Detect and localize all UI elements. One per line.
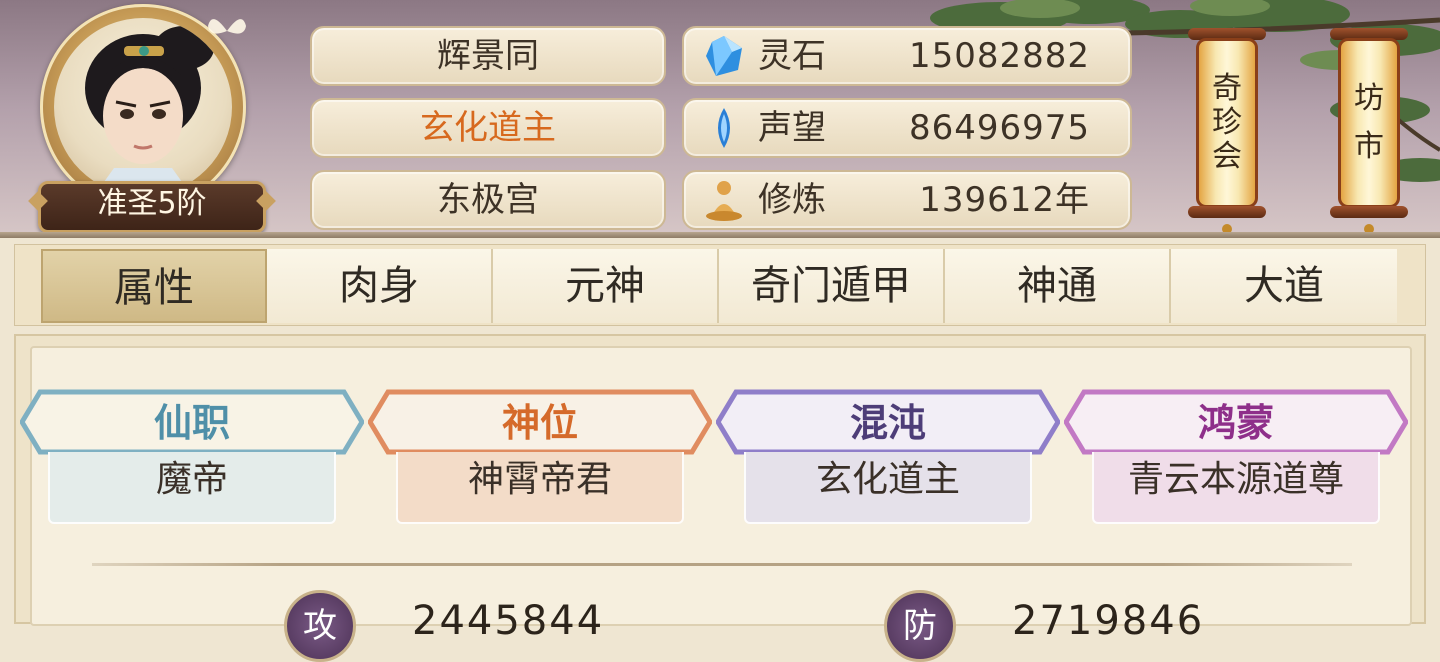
title-card-immortal-office: 仙职 魔帝: [20, 388, 364, 528]
card-heading: 仙职: [153, 401, 230, 445]
resource-label: 声望: [758, 108, 826, 148]
section-divider: [92, 563, 1352, 566]
scroll-char: 会: [1212, 139, 1242, 174]
defense-value: 2719846: [1012, 598, 1205, 644]
card-value: 神霄帝君: [396, 452, 684, 524]
resource-label: 修炼: [758, 180, 826, 220]
scroll-char: 奇: [1212, 71, 1242, 106]
butterfly-icon: [208, 19, 246, 34]
player-avatar[interactable]: [36, 4, 252, 210]
scroll-label: 坊 市: [1338, 38, 1400, 208]
tab-bar: 属性 肉身 元神 奇门遁甲 神通 大道: [14, 244, 1426, 326]
cultivation-rank-badge: 准圣5阶: [38, 181, 266, 233]
scroll-tassel: [1364, 224, 1374, 234]
tab-divine-powers[interactable]: 神通: [945, 249, 1171, 323]
scroll-char: 市: [1354, 129, 1384, 164]
player-title: 玄化道主: [310, 98, 666, 158]
resource-value: 15082882: [908, 36, 1090, 76]
player-sect: 东极宫: [310, 170, 666, 230]
market-button[interactable]: 坊 市: [1330, 14, 1408, 234]
resource-value: 139612年: [919, 180, 1090, 220]
scroll-rod: [1188, 206, 1266, 218]
card-heading: 混沌: [849, 401, 926, 445]
card-value: 青云本源道尊: [1092, 452, 1380, 524]
card-heading: 神位: [501, 401, 578, 445]
tab-great-dao[interactable]: 大道: [1171, 249, 1397, 323]
tab-attributes[interactable]: 属性: [41, 249, 267, 323]
title-card-divine-rank: 神位 神霄帝君: [368, 388, 712, 528]
tab-qimen-dunjia[interactable]: 奇门遁甲: [719, 249, 945, 323]
reputation-crystal-icon: [718, 108, 730, 148]
meditation-icon: [706, 181, 742, 221]
card-value: 魔帝: [48, 452, 336, 524]
card-value: 玄化道主: [744, 452, 1032, 524]
scroll-char: 坊: [1354, 81, 1384, 116]
defense-icon: 防: [884, 590, 956, 662]
scroll-tassel: [1222, 224, 1232, 234]
resource-label: 灵石: [758, 36, 826, 76]
tab-body[interactable]: 肉身: [267, 249, 493, 323]
top-banner: 准圣5阶 辉景同 玄化道主 东极宫 灵石 15082882 声望 8649697…: [0, 0, 1440, 238]
title-card-hongmeng: 鸿蒙 青云本源道尊: [1064, 388, 1408, 528]
card-heading: 鸿蒙: [1197, 401, 1274, 445]
scroll-char: 珍: [1212, 105, 1242, 140]
tab-primordial-spirit[interactable]: 元神: [493, 249, 719, 323]
attack-value: 2445844: [412, 598, 605, 644]
resource-reputation: 声望 86496975: [682, 98, 1132, 158]
title-card-chaos: 混沌 玄化道主: [716, 388, 1060, 528]
scroll-rod: [1330, 206, 1408, 218]
spirit-stone-icon: [706, 36, 742, 76]
player-name: 辉景同: [310, 26, 666, 86]
scroll-label: 奇 珍 会: [1196, 38, 1258, 208]
attack-icon: 攻: [284, 590, 356, 662]
resource-spirit-stone: 灵石 15082882: [682, 26, 1132, 86]
resource-value: 86496975: [908, 108, 1090, 148]
resource-cultivation-time: 修炼 139612年: [682, 170, 1132, 230]
treasure-fair-button[interactable]: 奇 珍 会: [1188, 14, 1266, 234]
